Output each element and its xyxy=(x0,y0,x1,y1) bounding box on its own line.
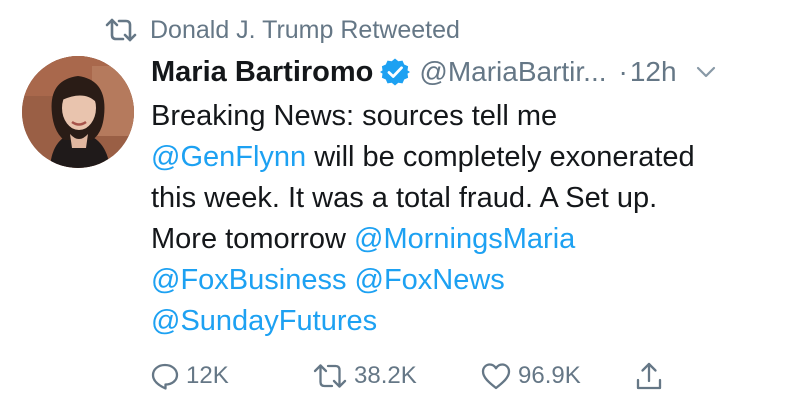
reply-icon xyxy=(151,363,179,390)
retweet-context[interactable]: Donald J. Trump Retweeted xyxy=(104,12,460,48)
tweet-line: More tomorrow @MorningsMaria xyxy=(151,219,791,260)
tweet-line: @SundayFutures xyxy=(151,301,791,342)
heart-icon xyxy=(481,363,511,390)
tweet-actions: 12K 38.2K 96.9K xyxy=(150,356,790,396)
retweet-icon xyxy=(313,364,347,388)
like-count: 96.9K xyxy=(518,362,581,389)
author-display-name[interactable]: Maria Bartiromo xyxy=(151,56,373,89)
chevron-down-icon[interactable] xyxy=(693,59,719,85)
retweet-button[interactable]: 38.2K xyxy=(312,356,417,396)
like-button[interactable]: 96.9K xyxy=(480,356,581,396)
header-separator: · xyxy=(618,56,628,87)
retweet-icon xyxy=(104,17,138,43)
reply-count: 12K xyxy=(186,362,229,389)
mention-link[interactable]: @SundayFutures xyxy=(151,305,377,337)
avatar-photo xyxy=(22,56,134,168)
tweet-line: @GenFlynn will be completely exonerated xyxy=(151,137,791,178)
tweet-header: Maria Bartiromo @MariaBartir... · 12h xyxy=(151,50,791,94)
tweet-line: Breaking News: sources tell me xyxy=(151,100,558,132)
author-handle[interactable]: @MariaBartir... xyxy=(419,56,606,88)
tweet-line-text: More tomorrow xyxy=(151,223,355,255)
tweet-timestamp[interactable]: 12h xyxy=(630,56,677,88)
reply-button[interactable]: 12K xyxy=(150,356,229,396)
share-icon xyxy=(636,362,662,390)
avatar[interactable] xyxy=(22,56,134,168)
mention-link[interactable]: @FoxNews xyxy=(355,264,505,296)
retweet-context-label: Donald J. Trump Retweeted xyxy=(150,15,460,44)
tweet-line-text: will be completely exonerated xyxy=(306,141,695,173)
mention-link[interactable]: @GenFlynn xyxy=(151,141,306,173)
share-button[interactable] xyxy=(634,356,670,396)
retweet-count: 38.2K xyxy=(354,362,417,389)
tweet-text: Breaking News: sources tell me @GenFlynn… xyxy=(151,96,791,342)
tweet-line-space xyxy=(346,264,354,296)
verified-badge-icon xyxy=(380,57,411,87)
mention-link[interactable]: @MorningsMaria xyxy=(354,223,575,255)
mention-link[interactable]: @FoxBusiness xyxy=(151,264,346,296)
tweet-card[interactable]: Donald J. Trump Retweeted Maria Bartirom… xyxy=(0,0,806,406)
tweet-line: @FoxBusiness @FoxNews xyxy=(151,260,791,301)
tweet-line: this week. It was a total fraud. A Set u… xyxy=(151,182,658,214)
